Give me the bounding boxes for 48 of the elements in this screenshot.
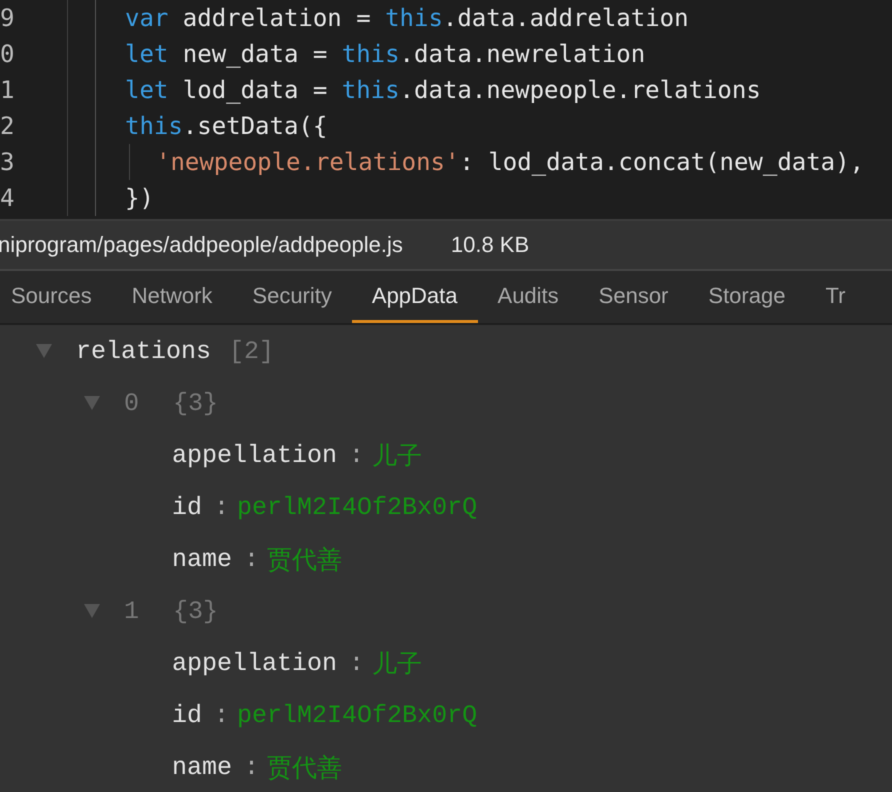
panel-tab[interactable]: Tr <box>805 271 866 323</box>
field-value: 儿子 <box>372 650 422 680</box>
line-number: 9 <box>0 4 16 32</box>
field-key: appellation <box>172 648 338 678</box>
code-line: }) <box>125 184 154 212</box>
colon-separator: : <box>214 700 230 730</box>
colon-separator: : <box>349 440 364 470</box>
expand-triangle-icon[interactable] <box>84 396 100 410</box>
line-number: 1 <box>0 76 16 104</box>
panel-tab[interactable]: AppData <box>352 271 478 323</box>
file-size: 10.8 KB <box>450 232 530 258</box>
item-count: [2] <box>229 336 274 366</box>
code-line: let lod_data = this.data.newpeople.relations <box>125 76 761 104</box>
code-line: var addrelation = this.data.addrelation <box>125 4 689 32</box>
item-count: {3} <box>173 388 218 418</box>
field-key: id <box>172 700 202 730</box>
panel-tab[interactable]: Audits <box>478 271 579 323</box>
colon-separator: : <box>244 752 260 782</box>
field-value: 贾代善 <box>267 754 342 784</box>
item-count: {3} <box>173 596 218 626</box>
panel-tab[interactable]: Network <box>112 271 232 323</box>
colon-separator: : <box>244 544 260 574</box>
code-line: this.setData({ <box>125 112 328 140</box>
array-index: 1 <box>124 596 140 626</box>
field-key: name <box>172 752 232 782</box>
line-number: 3 <box>0 148 16 176</box>
field-key: name <box>172 544 232 574</box>
field-key: id <box>172 492 202 522</box>
panel-tab[interactable]: Sources <box>0 271 112 323</box>
expand-triangle-icon[interactable] <box>84 604 100 618</box>
field-value: perlM2I4Of2Bx0rQ <box>237 700 478 730</box>
colon-separator: : <box>349 648 364 678</box>
array-index: 0 <box>124 388 140 418</box>
panel-tab[interactable]: Storage <box>688 271 806 323</box>
tree-key: relations <box>76 336 212 366</box>
panel-tab[interactable]: Security <box>232 271 352 323</box>
line-number: 2 <box>0 112 16 140</box>
panel-tab[interactable]: Sensor <box>578 271 688 323</box>
field-key: appellation <box>172 440 338 470</box>
line-number: 0 <box>0 40 16 68</box>
field-value: 儿子 <box>372 442 422 472</box>
field-value: 贾代善 <box>267 546 342 576</box>
colon-separator: : <box>214 492 230 522</box>
line-number: 4 <box>0 184 16 212</box>
expand-triangle-icon[interactable] <box>36 344 52 358</box>
code-line: let new_data = this.data.newrelation <box>125 40 646 68</box>
field-value: perlM2I4Of2Bx0rQ <box>237 492 478 522</box>
code-line: 'newpeople.relations': lod_data.concat(new_data), <box>156 148 864 176</box>
